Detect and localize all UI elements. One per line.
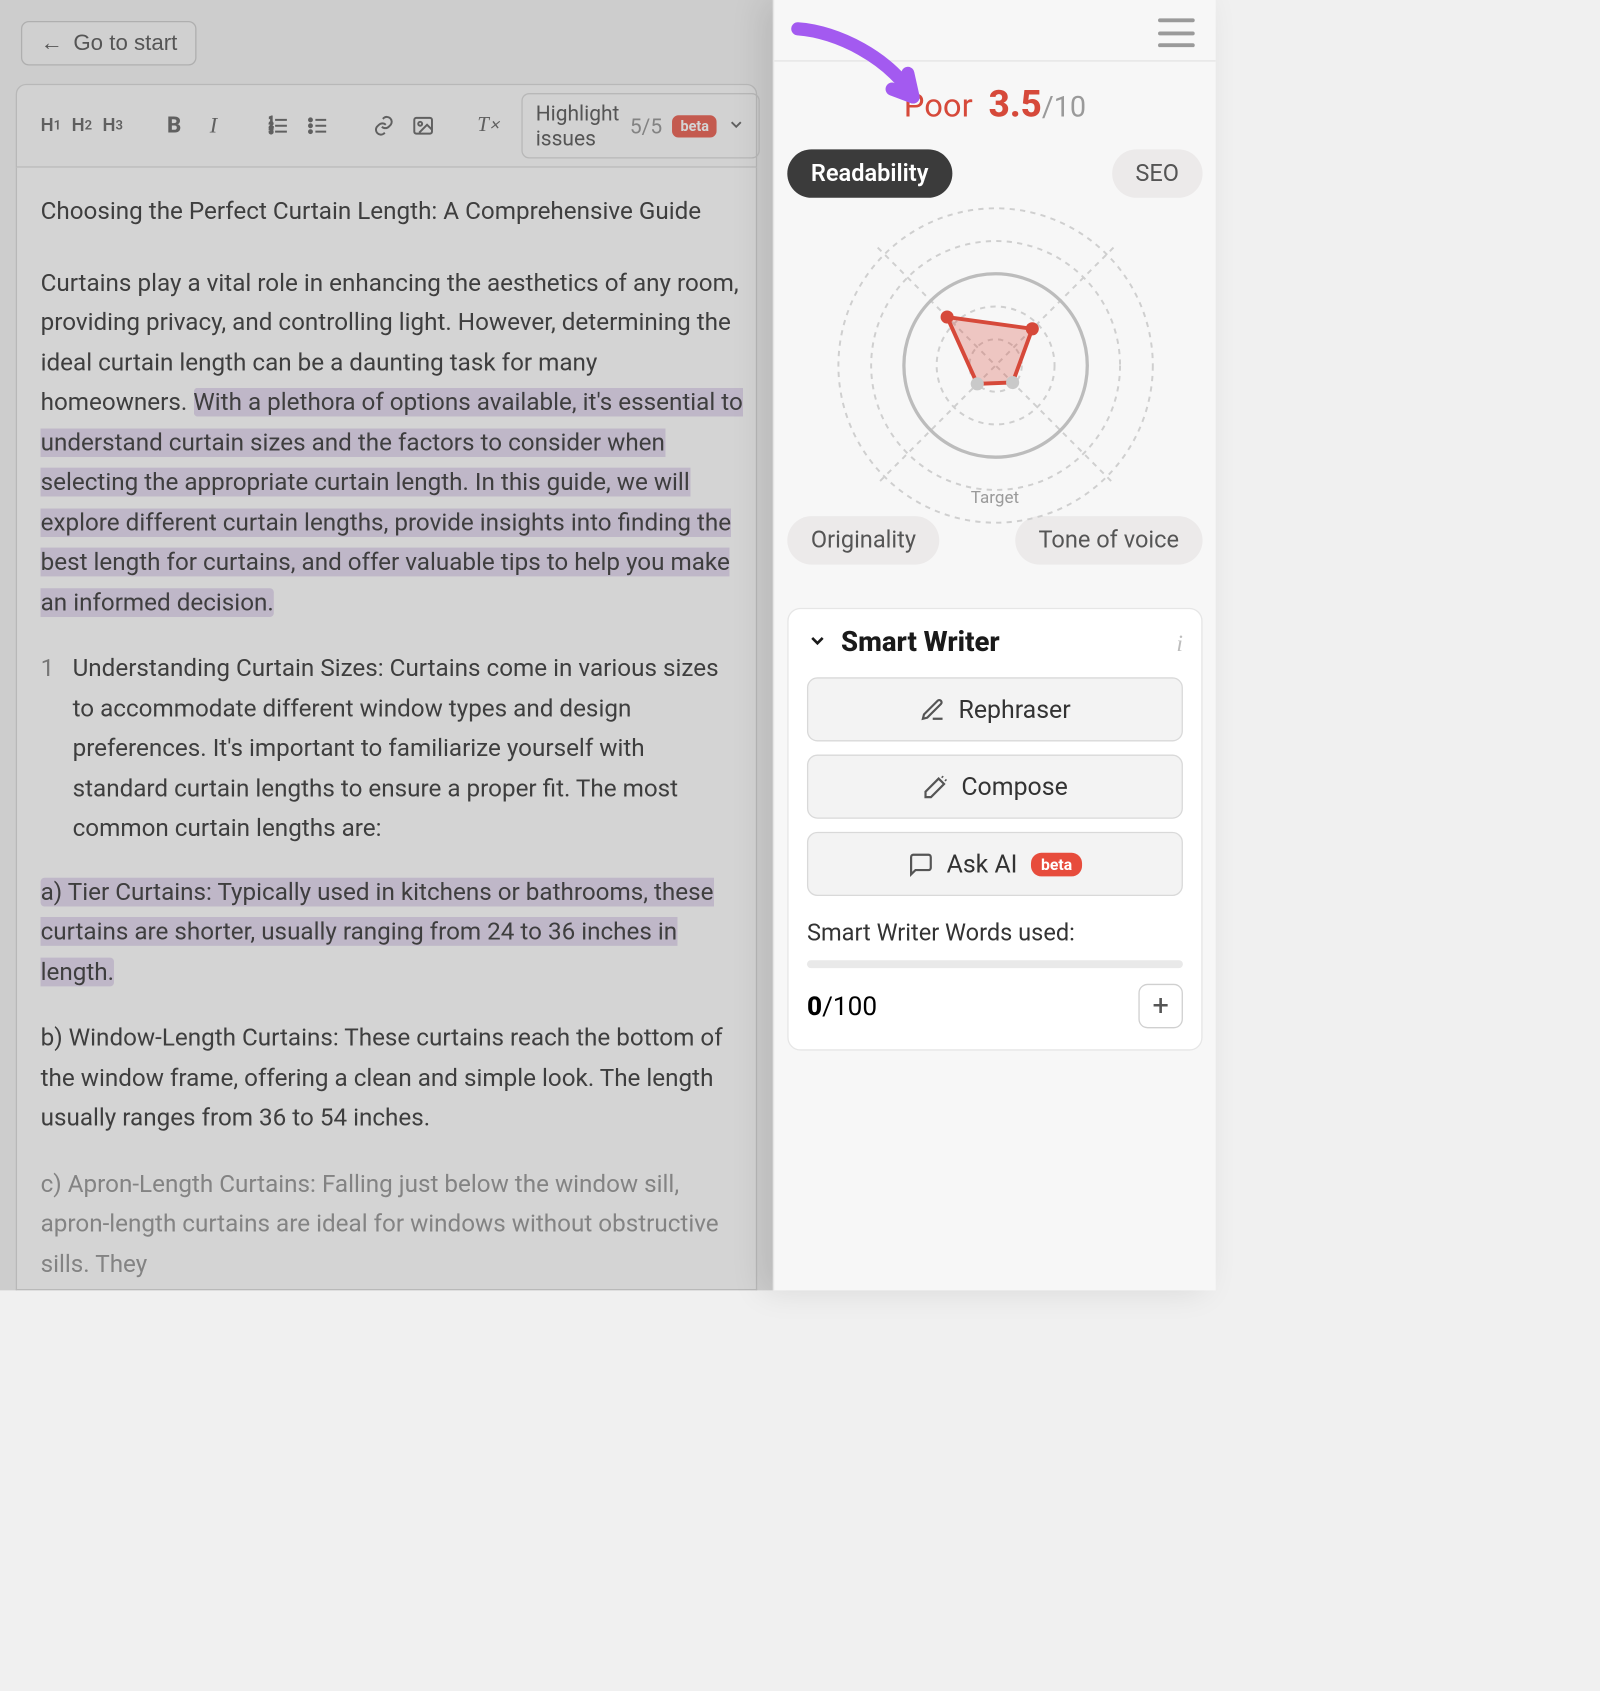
editor-content[interactable]: Choosing the Perfect Curtain Length: A C…: [16, 168, 757, 1291]
link-button[interactable]: [367, 109, 401, 143]
compose-button[interactable]: Compose: [807, 755, 1183, 819]
go-to-start-button[interactable]: ← Go to start: [21, 21, 197, 66]
bold-button[interactable]: B: [157, 109, 191, 143]
ask-ai-button[interactable]: Ask AI beta: [807, 832, 1183, 896]
italic-button[interactable]: I: [196, 109, 230, 143]
sub-item-c: c) Apron-Length Curtains: Falling just b…: [41, 1164, 743, 1284]
unordered-list-button[interactable]: [301, 109, 335, 143]
ask-ai-label: Ask AI: [947, 849, 1018, 879]
divider: [774, 60, 1215, 61]
article-title: Choosing the Perfect Curtain Length: A C…: [41, 191, 743, 231]
ordered-list-button[interactable]: 123: [262, 109, 296, 143]
usage-progress-bar: [807, 960, 1183, 968]
score-max: /10: [1042, 92, 1086, 125]
svg-text:3: 3: [269, 128, 273, 136]
smart-writer-title: Smart Writer: [841, 627, 1163, 658]
target-label: Target: [971, 489, 1019, 509]
highlight-issues-label: Highlight issues: [536, 101, 620, 151]
score-label: Poor: [904, 88, 973, 126]
menu-icon[interactable]: [1158, 18, 1195, 47]
list-item-1: Understanding Curtain Sizes: Curtains co…: [73, 649, 743, 849]
arrow-left-icon: ←: [41, 30, 63, 56]
usage-used: 0: [807, 990, 822, 1021]
usage-total: /100: [822, 990, 877, 1021]
chevron-down-icon[interactable]: [807, 630, 828, 656]
compose-label: Compose: [961, 772, 1067, 802]
heading-h2-button[interactable]: H2: [69, 109, 95, 143]
heading-h3-button[interactable]: H3: [100, 109, 126, 143]
edit-icon: [919, 696, 945, 722]
score-value: 3.5: [989, 83, 1042, 126]
editor-pane: ← Go to start H1 H2 H3 B I 123: [0, 0, 773, 1290]
intro-paragraph: Curtains play a vital role in enhancing …: [41, 263, 743, 623]
usage-label: Smart Writer Words used:: [807, 920, 1183, 948]
metrics-radar: Readability SEO Originality Tone of voic…: [774, 149, 1215, 581]
chat-icon: [907, 851, 933, 877]
highlight-issues-count: 5/5: [630, 113, 662, 138]
highlighted-text: a) Tier Curtains: Typically used in kitc…: [41, 877, 714, 986]
overall-score: Poor 3.5/10: [774, 83, 1215, 126]
list-number: 1: [41, 649, 55, 849]
highlighted-text: With a plethora of options available, it…: [41, 388, 743, 617]
go-to-start-label: Go to start: [73, 30, 177, 56]
highlight-issues-dropdown[interactable]: Highlight issues 5/5 beta: [521, 93, 760, 159]
radar-chart-icon: [825, 195, 1166, 536]
sub-item-a: a) Tier Curtains: Typically used in kitc…: [41, 872, 743, 992]
heading-h1-button[interactable]: H1: [38, 109, 64, 143]
beta-badge: beta: [673, 115, 717, 137]
side-panel: Poor 3.5/10 Readability SEO Originality …: [773, 0, 1216, 1290]
chevron-down-icon: [727, 113, 745, 138]
add-words-button[interactable]: +: [1138, 984, 1183, 1029]
magic-wand-icon: [922, 774, 948, 800]
smart-writer-card: Smart Writer i Rephraser Compose Ask AI …: [787, 608, 1202, 1051]
editor-toolbar: H1 H2 H3 B I 123: [16, 84, 757, 168]
sub-item-b: b) Window-Length Curtains: These curtain…: [41, 1018, 743, 1138]
rephraser-label: Rephraser: [958, 694, 1070, 724]
image-button[interactable]: [406, 109, 440, 143]
usage-row: 0/100 +: [807, 984, 1183, 1029]
beta-badge: beta: [1031, 852, 1083, 876]
rephraser-button[interactable]: Rephraser: [807, 677, 1183, 741]
clear-formatting-button[interactable]: T✕: [471, 109, 505, 143]
info-icon[interactable]: i: [1176, 629, 1183, 657]
